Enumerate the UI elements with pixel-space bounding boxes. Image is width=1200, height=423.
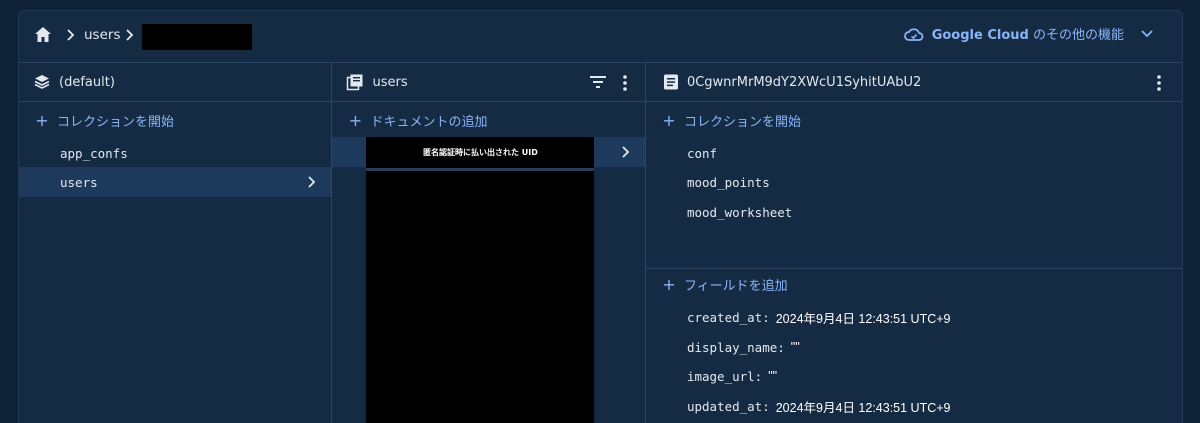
redacted-document-id[interactable]: 匿名認証時に払い出された UID: [366, 137, 595, 168]
subcollection-item-mood-worksheet[interactable]: mood_worksheet: [646, 197, 1182, 227]
plus-icon: +: [662, 274, 676, 294]
more-vert-icon[interactable]: [1157, 75, 1161, 91]
collection-item-label: users: [60, 174, 98, 190]
add-field-button[interactable]: + フィールドを追加: [646, 269, 1182, 299]
document-panel: 0CgwnrMrM9dY2XWcU1SyhitUAbU2 + コレクションを開始…: [645, 63, 1182, 423]
start-collection-label: コレクションを開始: [57, 114, 175, 130]
field-value: "": [790, 340, 800, 354]
add-document-label: ドキュメントの追加: [370, 114, 488, 130]
root-panel: (default) + コレクションを開始 app_confs users: [19, 63, 333, 423]
field-row-image-url[interactable]: image_url: "": [687, 364, 777, 388]
collection-panel-header: users: [332, 63, 645, 102]
redaction-caption: 匿名認証時に払い出された UID: [423, 148, 538, 157]
chevron-down-icon: [1141, 29, 1153, 37]
add-document-button[interactable]: + ドキュメントの追加: [332, 105, 644, 135]
redacted-breadcrumb-document[interactable]: [142, 24, 252, 50]
start-subcollection-label: コレクションを開始: [683, 114, 801, 130]
cloud-icon: [903, 27, 924, 41]
redacted-document-list: [366, 171, 595, 423]
more-vert-icon[interactable]: [623, 75, 628, 91]
filter-icon[interactable]: [589, 75, 607, 89]
root-panel-header: (default): [19, 63, 332, 102]
chevron-right-icon: [67, 29, 75, 41]
collection-item-app-confs[interactable]: app_confs: [19, 138, 331, 168]
field-value: 2024年9月4日 12:43:51 UTC+9: [775, 400, 951, 415]
start-collection-button[interactable]: + コレクションを開始: [19, 105, 331, 135]
field-key: created_at:: [686, 309, 770, 325]
breadcrumb-users[interactable]: users: [84, 27, 120, 43]
home-icon[interactable]: [33, 25, 53, 45]
gcloud-more-features[interactable]: Google Cloud のその他の機能: [903, 24, 1154, 43]
field-key: image_url:: [686, 368, 763, 384]
document-icon: [663, 74, 678, 90]
database-stack-icon: [34, 75, 50, 89]
subcollection-label: conf: [686, 145, 718, 161]
field-value: 2024年9月4日 12:43:51 UTC+9: [775, 311, 951, 326]
field-row-display-name[interactable]: display_name: "": [687, 335, 800, 359]
collection-icon: [347, 74, 363, 91]
field-key: display_name:: [686, 339, 785, 355]
plus-icon: +: [35, 110, 49, 130]
top-bar: users Google Cloud のその他の機能: [19, 11, 1182, 63]
subcollection-item-mood-points[interactable]: mood_points: [646, 167, 1182, 197]
field-value: "": [768, 369, 778, 383]
gcloud-brand: Google Cloud: [931, 28, 1029, 43]
chevron-right-icon: [126, 29, 134, 41]
collection-panel-title: users: [372, 74, 408, 90]
start-subcollection-button[interactable]: + コレクションを開始: [646, 105, 1182, 135]
subcollection-label: mood_points: [686, 174, 770, 190]
plus-icon: +: [662, 110, 676, 130]
chevron-right-icon: [308, 176, 316, 188]
collection-panel: users + ドキュメントの追加 匿名認証時に払い出された UID: [332, 63, 646, 423]
field-row-updated-at[interactable]: updated_at: 2024年9月4日 12:43:51 UTC+9: [687, 394, 951, 418]
chevron-right-icon: [622, 146, 630, 158]
firestore-viewer: users Google Cloud のその他の機能 (default) + コ…: [18, 10, 1183, 423]
gcloud-text: のその他の機能: [1032, 28, 1124, 43]
collection-item-users[interactable]: users: [19, 167, 332, 197]
add-field-label: フィールドを追加: [683, 278, 788, 294]
plus-icon: +: [348, 110, 363, 130]
collection-item-label: app_confs: [60, 145, 128, 161]
document-panel-title: 0CgwnrMrM9dY2XWcU1SyhitUAbU2: [686, 74, 922, 90]
document-panel-header: 0CgwnrMrM9dY2XWcU1SyhitUAbU2: [645, 63, 1182, 102]
field-key: updated_at:: [686, 398, 770, 414]
root-panel-title: (default): [59, 74, 115, 90]
field-row-created-at[interactable]: created_at: 2024年9月4日 12:43:51 UTC+9: [687, 305, 951, 329]
subcollection-label: mood_worksheet: [686, 204, 793, 220]
subcollection-item-conf[interactable]: conf: [646, 138, 1182, 168]
